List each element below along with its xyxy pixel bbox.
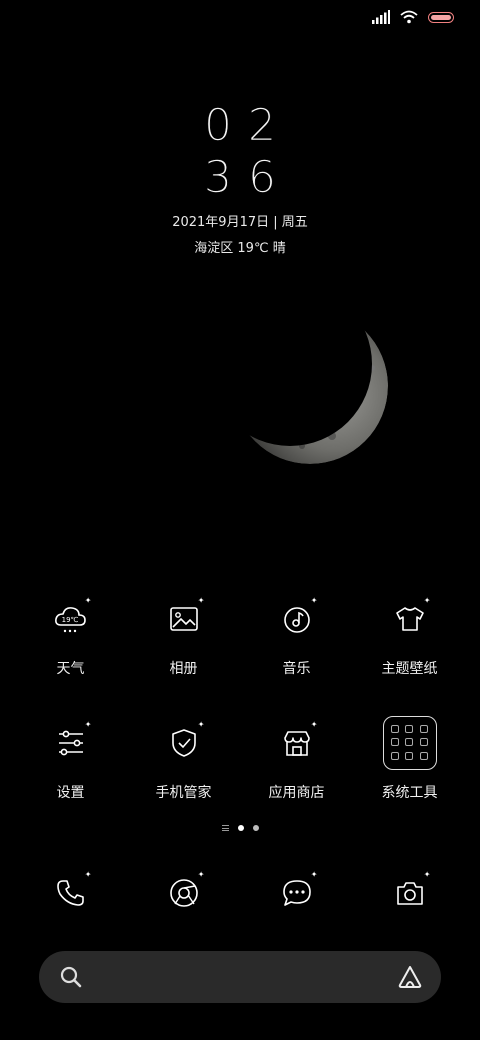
sparkle-icon: ✦ bbox=[197, 720, 205, 729]
weather-label: 海淀区 19℃ 晴 bbox=[194, 241, 286, 256]
weather-icon-temp: 19℃ bbox=[61, 616, 78, 624]
lockscreen-clock: 02 36 bbox=[0, 100, 480, 204]
app-tools-folder[interactable]: 系统工具 bbox=[353, 716, 466, 802]
app-gallery[interactable]: ✦ 相册 bbox=[127, 592, 240, 678]
app-security[interactable]: ✦ 手机管家 bbox=[127, 716, 240, 802]
app-label: 音乐 bbox=[282, 661, 311, 677]
camera-icon[interactable]: ✦ bbox=[383, 866, 437, 920]
sparkle-icon: ✦ bbox=[310, 596, 318, 605]
app-grid-row-1: 19℃ ✦ 天气 ✦ 相册 ✦ 音乐 ✦ 主题壁纸 bbox=[0, 592, 480, 678]
security-icon[interactable]: ✦ bbox=[157, 716, 211, 770]
sparkle-icon: ✦ bbox=[423, 870, 431, 879]
app-label: 系统工具 bbox=[381, 785, 438, 801]
app-label: 应用商店 bbox=[268, 785, 325, 801]
sparkle-icon: ✦ bbox=[310, 870, 318, 879]
tools-folder-icon[interactable] bbox=[382, 716, 437, 770]
app-label: 主题壁纸 bbox=[381, 661, 438, 677]
app-store[interactable]: ✦ 应用商店 bbox=[240, 716, 353, 802]
clock-minute: 36 bbox=[204, 152, 292, 204]
search-bar[interactable] bbox=[39, 951, 441, 1003]
app-label: 设置 bbox=[56, 785, 85, 801]
app-label: 天气 bbox=[56, 661, 85, 677]
page-indicator[interactable] bbox=[0, 825, 480, 831]
clock-hour: 02 bbox=[204, 100, 292, 152]
app-weather[interactable]: 19℃ ✦ 天气 bbox=[14, 592, 127, 678]
wifi-icon bbox=[400, 10, 418, 24]
dock: ✦ ✦ ✦ ✦ bbox=[0, 866, 480, 920]
status-bar bbox=[372, 10, 454, 24]
app-label: 相册 bbox=[169, 661, 198, 677]
sparkle-icon: ✦ bbox=[310, 720, 318, 729]
menu-lines-icon bbox=[221, 825, 229, 831]
messages-icon[interactable]: ✦ bbox=[270, 866, 324, 920]
store-icon[interactable]: ✦ bbox=[270, 716, 324, 770]
app-label: 手机管家 bbox=[155, 785, 212, 801]
sparkle-icon: ✦ bbox=[84, 720, 92, 729]
sparkle-icon: ✦ bbox=[84, 596, 92, 605]
app-theme[interactable]: ✦ 主题壁纸 bbox=[353, 592, 466, 678]
sparkle-icon: ✦ bbox=[84, 870, 92, 879]
sparkle-icon: ✦ bbox=[197, 596, 205, 605]
signal-icon bbox=[372, 10, 390, 24]
gallery-icon[interactable]: ✦ bbox=[157, 592, 211, 646]
music-icon[interactable]: ✦ bbox=[270, 592, 324, 646]
page-dot[interactable] bbox=[252, 825, 259, 831]
theme-icon[interactable]: ✦ bbox=[383, 592, 437, 646]
page-dot[interactable] bbox=[237, 825, 244, 831]
weather-icon[interactable]: 19℃ ✦ bbox=[44, 592, 98, 646]
sparkle-icon: ✦ bbox=[423, 596, 431, 605]
assistant-icon[interactable] bbox=[397, 964, 423, 990]
browser-icon[interactable]: ✦ bbox=[157, 866, 211, 920]
moon-wallpaper-image bbox=[232, 318, 388, 464]
date-label: 2021年9月17日 | 周五 bbox=[172, 215, 308, 230]
app-grid-row-2: ✦ 设置 ✦ 手机管家 ✦ 应用商店 系统工具 bbox=[0, 716, 480, 802]
settings-icon[interactable]: ✦ bbox=[44, 716, 98, 770]
battery-icon bbox=[428, 11, 454, 23]
app-music[interactable]: ✦ 音乐 bbox=[240, 592, 353, 678]
search-icon[interactable] bbox=[59, 965, 83, 989]
phone-icon[interactable]: ✦ bbox=[44, 866, 98, 920]
sparkle-icon: ✦ bbox=[197, 870, 205, 879]
app-settings[interactable]: ✦ 设置 bbox=[14, 716, 127, 802]
